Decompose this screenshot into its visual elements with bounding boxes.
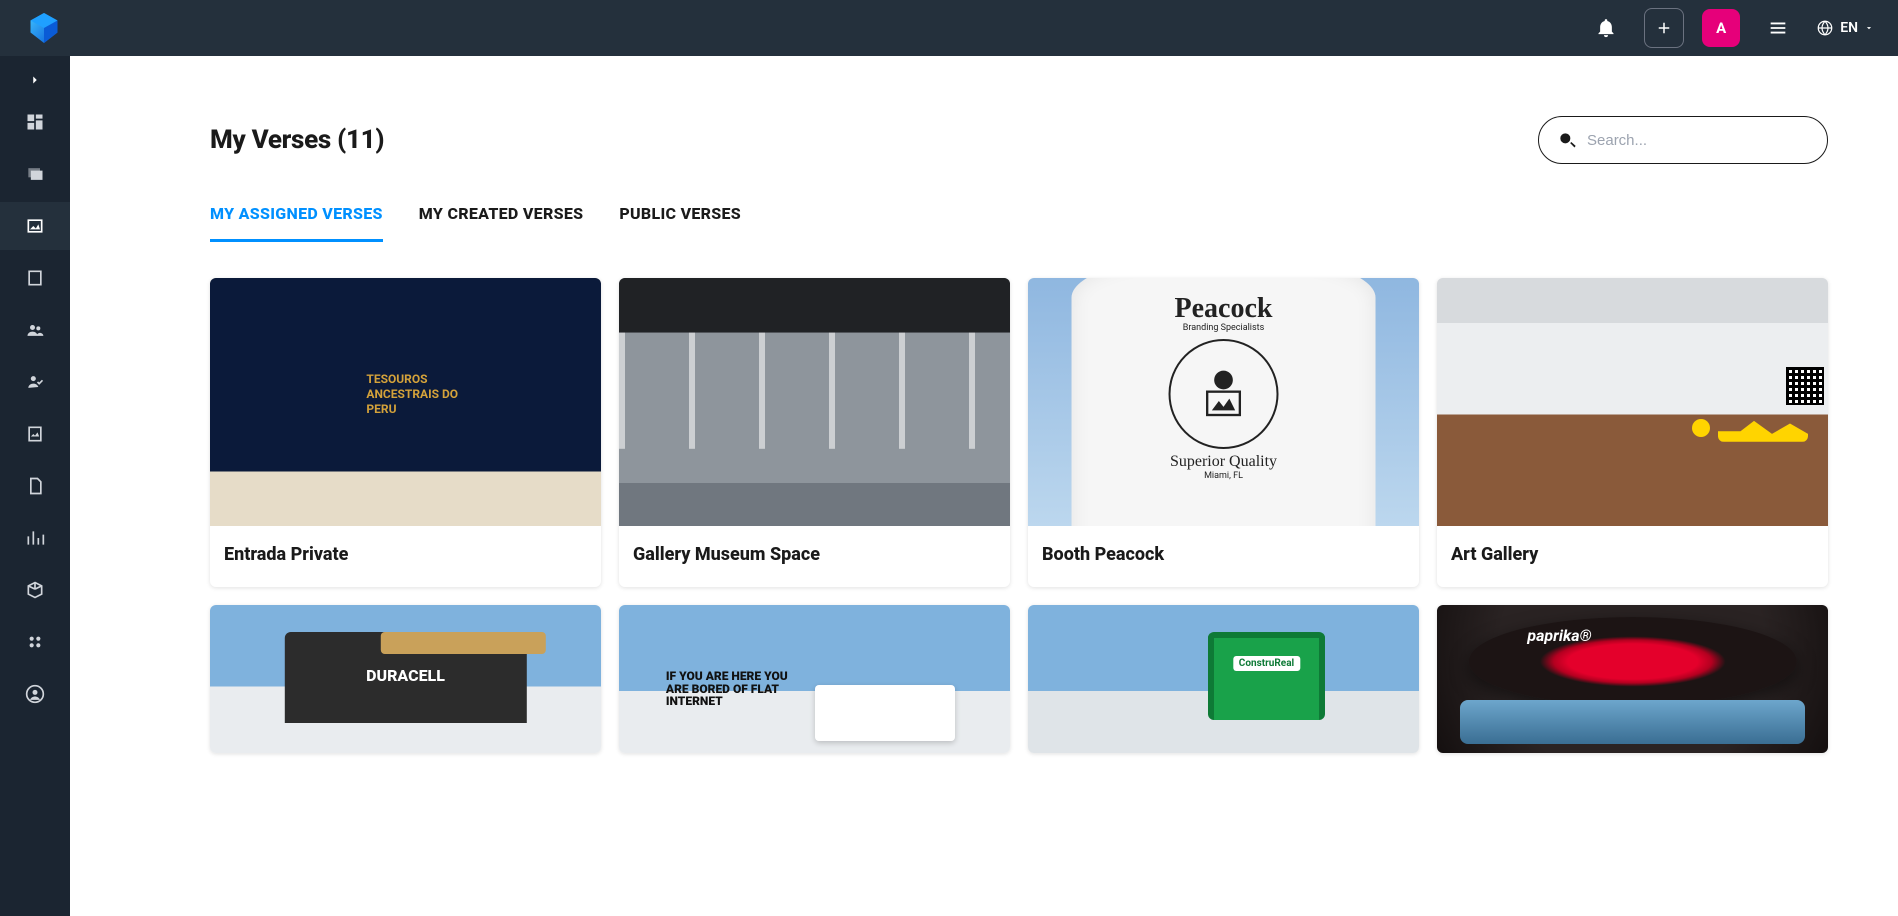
verse-thumbnail: TESOUROS ANCESTRAIS DO PERU [210,278,601,526]
verse-title: Entrada Private [210,526,601,587]
main-content: My Verses (11) MY ASSIGNED VERSES MY CRE… [70,56,1898,916]
top-bar: A EN [0,0,1898,56]
sidebar-item-analytics[interactable] [0,514,70,562]
thumbnail-qr-icon [1786,367,1824,405]
hamburger-icon [1767,17,1789,39]
chevron-right-icon [28,73,42,87]
create-button[interactable] [1644,8,1684,48]
cube-icon [25,580,45,600]
search-icon [1557,130,1577,150]
sidebar-item-apps[interactable] [0,618,70,666]
document-icon [25,476,45,496]
menu-button[interactable] [1758,8,1798,48]
verse-thumbnail [1437,605,1828,753]
verse-card[interactable]: Art Gallery [1437,278,1828,587]
search-input[interactable] [1587,132,1809,149]
globe-icon [1816,19,1834,37]
thumbnail-kiosk [1208,632,1325,721]
sidebar-item-media[interactable] [0,150,70,198]
thumbnail-ring [1468,617,1796,706]
verse-card[interactable] [1437,605,1828,753]
tabs-bar: MY ASSIGNED VERSES MY CREATED VERSES PUB… [210,204,1828,242]
caret-down-icon [1864,23,1874,33]
plus-icon [1655,19,1673,37]
topbar-left [26,10,62,46]
tab-my-assigned-verses[interactable]: MY ASSIGNED VERSES [210,204,383,242]
thumbnail-sign-text: IF YOU ARE HERE YOU ARE BORED OF FLAT IN… [666,670,799,708]
sidebar-item-approvals[interactable] [0,358,70,406]
thumbnail-brand: Peacock [1175,293,1273,325]
thumbnail-graphic [1169,339,1279,449]
grid-dots-icon [25,632,45,652]
tab-public-verses[interactable]: PUBLIC VERSES [619,204,741,242]
sidebar-item-library[interactable] [0,410,70,458]
thumbnail-sky [1460,700,1804,744]
people-icon [25,320,45,340]
thumbnail-shape [1718,416,1808,442]
page-title: My Verses (11) [210,125,384,155]
verse-thumbnail: Peacock Branding Specialists Superior Qu… [1028,278,1419,526]
topbar-right: A EN [1586,8,1874,48]
thumbnail-dot [1692,419,1710,437]
verse-title: Gallery Museum Space [619,526,1010,587]
verses-grid: TESOUROS ANCESTRAIS DO PERU Entrada Priv… [210,278,1828,753]
search-box[interactable] [1538,116,1828,164]
verse-card[interactable]: Peacock Branding Specialists Superior Qu… [1028,278,1419,587]
app-logo[interactable] [26,10,62,46]
thumbnail-city: Miami, FL [1204,471,1243,481]
verse-thumbnail [1437,278,1828,526]
sidebar-item-documents[interactable] [0,462,70,510]
account-circle-icon [25,684,45,704]
thumbnail-booth [284,632,526,724]
sidebar-item-users[interactable] [0,306,70,354]
chart-icon [25,528,45,548]
sidebar-item-verses[interactable] [0,202,70,250]
image-icon [25,216,45,236]
calendar-icon [25,268,45,288]
language-label: EN [1840,20,1858,36]
verse-card[interactable]: IF YOU ARE HERE YOU ARE BORED OF FLAT IN… [619,605,1010,753]
avatar-initial: A [1716,19,1726,37]
verse-card[interactable] [1028,605,1419,753]
book-image-icon [25,424,45,444]
verse-thumbnail [1028,605,1419,753]
sidebar-item-events[interactable] [0,254,70,302]
verse-thumbnail [210,605,601,753]
sidebar-item-dashboard[interactable] [0,98,70,146]
thumbnail-stand [815,685,956,741]
verse-card[interactable] [210,605,601,753]
images-icon [25,164,45,184]
thumbnail-quality: Superior Quality [1170,453,1277,471]
sidebar [0,56,70,916]
verse-card[interactable]: TESOUROS ANCESTRAIS DO PERU Entrada Priv… [210,278,601,587]
verse-thumbnail: IF YOU ARE HERE YOU ARE BORED OF FLAT IN… [619,605,1010,753]
verse-title: Booth Peacock [1028,526,1419,587]
sidebar-expand-toggle[interactable] [0,66,70,94]
bell-icon [1595,17,1617,39]
sidebar-item-3d[interactable] [0,566,70,614]
tab-my-created-verses[interactable]: MY CREATED VERSES [419,204,584,242]
avatar-button[interactable]: A [1702,9,1740,47]
sidebar-item-account[interactable] [0,670,70,718]
verse-card[interactable]: Gallery Museum Space [619,278,1010,587]
person-check-icon [25,372,45,392]
page-header: My Verses (11) [210,116,1828,164]
verse-thumbnail [619,278,1010,526]
thumbnail-overlay-text: TESOUROS ANCESTRAIS DO PERU [366,372,458,417]
notifications-button[interactable] [1586,8,1626,48]
dashboard-icon [25,112,45,132]
language-select[interactable]: EN [1816,19,1874,37]
verse-title: Art Gallery [1437,526,1828,587]
thumbnail-tagline: Branding Specialists [1183,323,1264,333]
